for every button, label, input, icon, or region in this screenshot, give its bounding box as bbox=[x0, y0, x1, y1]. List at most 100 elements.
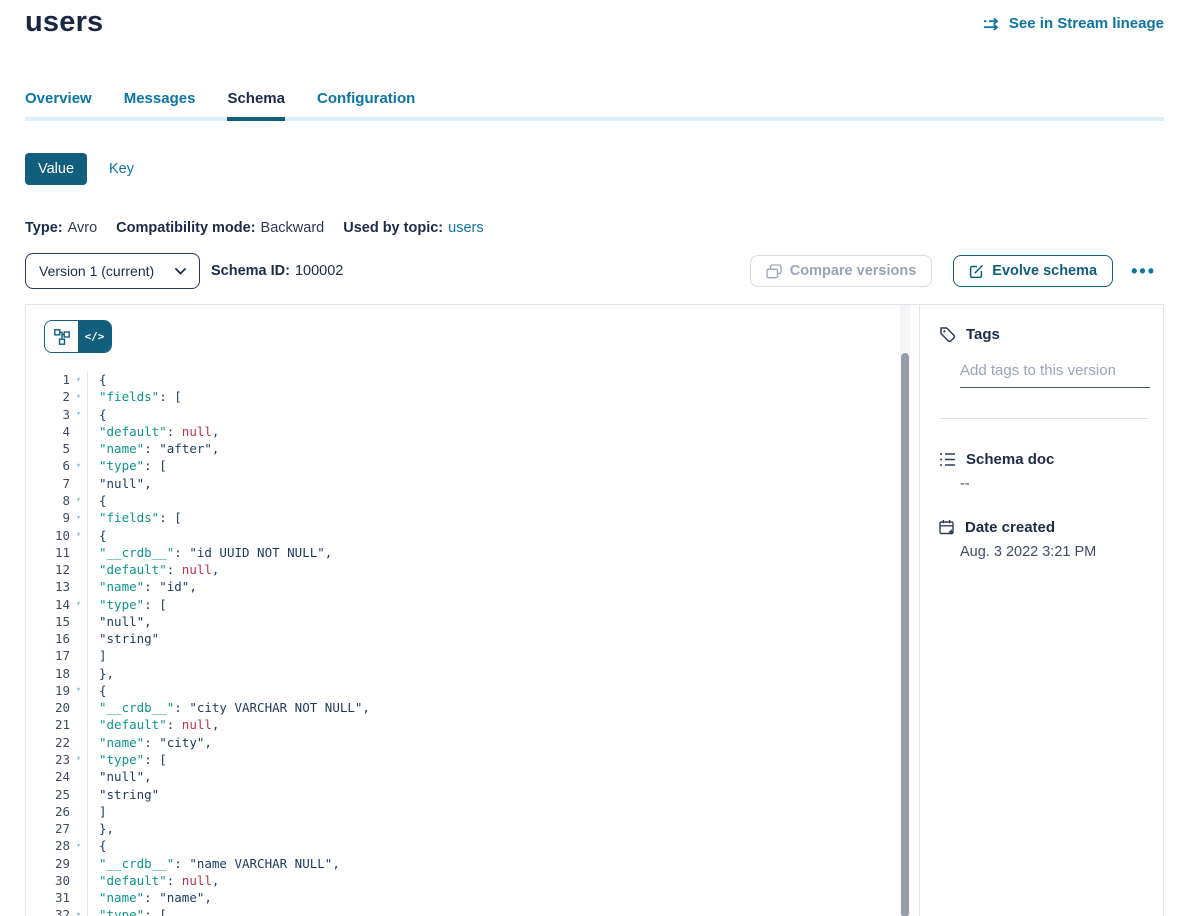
code-line: 30 "default": null, bbox=[26, 872, 901, 889]
code-text: "name": "after", bbox=[87, 440, 901, 457]
line-number: 16 bbox=[26, 631, 70, 646]
code-line: 20 "__crdb__": "city VARCHAR NOT NULL", bbox=[26, 699, 901, 716]
fold-arrow-icon[interactable]: ▾ bbox=[70, 409, 87, 419]
fold-arrow-icon[interactable]: ▾ bbox=[70, 841, 87, 851]
compare-versions-label: Compare versions bbox=[790, 263, 917, 279]
more-actions-button[interactable]: ••• bbox=[1123, 255, 1164, 287]
code-line: 23▾ "type": [ bbox=[26, 751, 901, 768]
schema-meta-row: Type: Avro Compatibility mode:Backward Used… bbox=[25, 220, 484, 236]
code-text: "default": null, bbox=[87, 423, 901, 440]
code-line: 9▾ "fields": [ bbox=[26, 509, 901, 526]
tab-schema[interactable]: Schema bbox=[227, 88, 285, 121]
line-number: 28 bbox=[26, 838, 70, 853]
code-text: "name": "city", bbox=[87, 734, 901, 751]
code-text: ] bbox=[87, 803, 901, 820]
version-select[interactable]: Version 1 (current) bbox=[25, 253, 200, 289]
fold-arrow-icon[interactable]: ▾ bbox=[70, 530, 87, 540]
code-line: 16 "string" bbox=[26, 630, 901, 647]
line-number: 24 bbox=[26, 769, 70, 784]
fold-arrow-icon[interactable]: ▾ bbox=[70, 685, 87, 695]
meta-label: Compatibility mode: bbox=[116, 220, 255, 236]
line-number: 32 bbox=[26, 907, 70, 916]
code-line: 10▾ { bbox=[26, 526, 901, 543]
compare-icon bbox=[766, 264, 782, 279]
lineage-link-label: See in Stream lineage bbox=[1009, 15, 1164, 32]
line-number: 6 bbox=[26, 458, 70, 473]
code-text: { bbox=[87, 837, 901, 854]
meta-value: Avro bbox=[68, 220, 98, 236]
code-text: "default": null, bbox=[87, 716, 901, 733]
fold-arrow-icon[interactable]: ▾ bbox=[70, 910, 87, 916]
serde-toggle: Value Key bbox=[25, 153, 134, 185]
fold-arrow-icon[interactable]: ▾ bbox=[70, 461, 87, 471]
code-view-button[interactable]: </> bbox=[78, 321, 111, 352]
tree-view-button[interactable] bbox=[45, 321, 78, 352]
tree-icon bbox=[54, 329, 70, 345]
code-text: { bbox=[87, 492, 901, 509]
code-text: "__crdb__": "name VARCHAR NULL", bbox=[87, 854, 901, 871]
editor-view-toggle: </> bbox=[44, 320, 112, 353]
line-number: 11 bbox=[26, 545, 70, 560]
code-text: { bbox=[87, 526, 901, 543]
line-number: 10 bbox=[26, 528, 70, 543]
tags-input[interactable] bbox=[960, 359, 1150, 388]
code-line: 5 "name": "after", bbox=[26, 440, 901, 457]
date-created-title: Date created bbox=[965, 519, 1055, 536]
code-line: 21 "default": null, bbox=[26, 716, 901, 733]
meta-item: Type: Avro bbox=[25, 220, 97, 236]
line-number: 7 bbox=[26, 476, 70, 491]
line-number: 3 bbox=[26, 407, 70, 422]
line-number: 21 bbox=[26, 717, 70, 732]
code-text: "__crdb__": "city VARCHAR NOT NULL", bbox=[87, 699, 901, 716]
value-toggle-button[interactable]: Value bbox=[25, 153, 87, 185]
see-in-stream-lineage-link[interactable]: See in Stream lineage bbox=[983, 15, 1164, 32]
evolve-schema-label: Evolve schema bbox=[992, 263, 1097, 279]
meta-item: Compatibility mode:Backward bbox=[116, 220, 324, 236]
ellipsis-icon: ••• bbox=[1131, 266, 1156, 276]
line-number: 22 bbox=[26, 735, 70, 750]
date-created-section-header: Date created bbox=[939, 519, 1055, 536]
tab-overview[interactable]: Overview bbox=[25, 88, 92, 121]
compare-versions-button[interactable]: Compare versions bbox=[750, 255, 933, 287]
line-number: 20 bbox=[26, 700, 70, 715]
line-number: 9 bbox=[26, 510, 70, 525]
fold-arrow-icon[interactable]: ▾ bbox=[70, 513, 87, 523]
code-line: 8▾ { bbox=[26, 492, 901, 509]
tab-configuration[interactable]: Configuration bbox=[317, 88, 415, 121]
code-line: 19▾ { bbox=[26, 682, 901, 699]
code-text: "fields": [ bbox=[87, 509, 901, 526]
code-line: 1▾{ bbox=[26, 371, 901, 388]
fold-arrow-icon[interactable]: ▾ bbox=[70, 754, 87, 764]
code-text: "name": "name", bbox=[87, 889, 901, 906]
key-toggle-button[interactable]: Key bbox=[109, 161, 134, 177]
code-text: "name": "id", bbox=[87, 578, 901, 595]
line-number: 26 bbox=[26, 804, 70, 819]
line-number: 12 bbox=[26, 562, 70, 577]
section-divider bbox=[939, 418, 1149, 419]
code-text: "type": [ bbox=[87, 751, 901, 768]
code-line: 3▾ { bbox=[26, 406, 901, 423]
evolve-schema-button[interactable]: Evolve schema bbox=[953, 255, 1113, 287]
meta-label: Type: bbox=[25, 220, 63, 236]
code-line: 4 "default": null, bbox=[26, 423, 901, 440]
schema-doc-title: Schema doc bbox=[966, 451, 1054, 468]
code-line: 17 ] bbox=[26, 647, 901, 664]
schema-id: Schema ID: 100002 bbox=[211, 253, 343, 289]
tab-messages[interactable]: Messages bbox=[124, 88, 196, 121]
code-line: 31 "name": "name", bbox=[26, 889, 901, 906]
code-text: "type": [ bbox=[87, 457, 901, 474]
meta-item: Used by topic:users bbox=[343, 220, 483, 236]
fold-arrow-icon[interactable]: ▾ bbox=[70, 495, 87, 505]
edit-icon bbox=[969, 264, 984, 279]
code-text: "__crdb__": "id UUID NOT NULL", bbox=[87, 544, 901, 561]
scrollbar-thumb[interactable] bbox=[901, 353, 909, 916]
code-line: 29 "__crdb__": "name VARCHAR NULL", bbox=[26, 854, 901, 871]
code-line: 7 "null", bbox=[26, 475, 901, 492]
fold-arrow-icon[interactable]: ▾ bbox=[70, 375, 87, 385]
line-number: 2 bbox=[26, 389, 70, 404]
code-text: { bbox=[87, 371, 901, 388]
fold-arrow-icon[interactable]: ▾ bbox=[70, 392, 87, 402]
code-line: 26 ] bbox=[26, 803, 901, 820]
fold-arrow-icon[interactable]: ▾ bbox=[70, 599, 87, 609]
meta-value-link[interactable]: users bbox=[448, 220, 483, 236]
